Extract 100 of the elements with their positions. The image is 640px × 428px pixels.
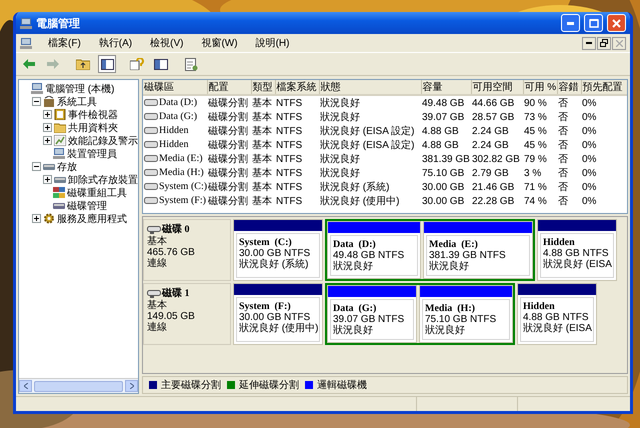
column-header[interactable]: 配置 bbox=[207, 80, 251, 95]
disk-name: 磁碟 1 bbox=[162, 288, 190, 300]
drive-icon bbox=[144, 141, 158, 148]
computer-icon bbox=[31, 83, 43, 94]
column-header[interactable]: 容量 bbox=[421, 80, 471, 95]
horizontal-scrollbar[interactable] bbox=[19, 378, 138, 393]
tree-item[interactable]: 裝置管理員 bbox=[67, 146, 117, 160]
defrag-icon bbox=[53, 187, 65, 198]
table-cell: 79 % bbox=[524, 154, 547, 164]
partition-card[interactable]: Hidden 4.88 GB NTFS 狀況良好 (EISA bbox=[537, 219, 617, 281]
tree-item[interactable]: 電腦管理 (本機) bbox=[45, 82, 114, 96]
window-title: 電腦管理 bbox=[36, 16, 81, 30]
column-header[interactable]: 磁碟區 bbox=[143, 80, 207, 95]
disk-state: 連線 bbox=[147, 322, 168, 333]
table-cell: 30.00 GB bbox=[422, 182, 464, 192]
partition-name: System (C:) bbox=[239, 237, 293, 248]
table-cell: 磁碟分割 bbox=[208, 140, 248, 151]
table-cell: 否 bbox=[558, 126, 568, 137]
restore-button[interactable] bbox=[597, 36, 611, 50]
tree-item[interactable]: 存放 bbox=[57, 160, 77, 174]
menu-item[interactable]: 檔案(F) bbox=[46, 35, 83, 51]
maximize-button[interactable] bbox=[584, 14, 603, 32]
partition-card[interactable]: Hidden 4.88 GB NTFS 狀況良好 (EISA bbox=[517, 283, 597, 345]
table-cell: 磁碟分割 bbox=[208, 168, 248, 179]
gear-icon bbox=[43, 213, 55, 224]
scroll-thumb[interactable] bbox=[34, 380, 123, 392]
scroll-right-button[interactable] bbox=[125, 380, 138, 392]
computer-icon bbox=[20, 18, 32, 28]
table-cell: System (F:) bbox=[159, 195, 206, 206]
partition-card[interactable]: Data (D:) 49.48 GB NTFS 狀況良好 bbox=[327, 221, 421, 279]
table-cell: 0% bbox=[582, 126, 596, 136]
folder-up-icon bbox=[76, 58, 90, 70]
minimize-button[interactable] bbox=[582, 36, 596, 50]
scroll-left-button[interactable] bbox=[19, 380, 32, 392]
column-header[interactable]: 狀態 bbox=[319, 80, 421, 95]
partition-card[interactable]: Media (E:) 381.39 GB NTFS 狀況良好 bbox=[423, 221, 533, 279]
partition-status: 狀況良好 bbox=[429, 261, 470, 272]
column-header[interactable]: 預先配置 bbox=[581, 80, 627, 95]
table-cell: 0% bbox=[582, 196, 596, 206]
column-header[interactable]: 可用 % bbox=[523, 80, 557, 95]
tree-item[interactable]: 卸除式存放裝置 bbox=[68, 172, 138, 186]
toolbar-button[interactable] bbox=[182, 55, 200, 73]
disk-type: 基本 bbox=[147, 300, 168, 311]
disk-state: 連線 bbox=[147, 258, 168, 269]
drive-icon bbox=[144, 99, 158, 106]
tree-item[interactable]: 系統工具 bbox=[57, 94, 97, 108]
table-cell: 否 bbox=[558, 98, 568, 109]
close-icon bbox=[616, 40, 622, 46]
toolbar-button[interactable] bbox=[98, 55, 116, 73]
table-cell: 狀況良好 bbox=[320, 98, 360, 109]
partition-status: 狀況良好 (使用中) bbox=[239, 323, 317, 334]
partition-card[interactable]: Data (G:) 39.07 GB NTFS 狀況良好 bbox=[327, 285, 417, 343]
toolbar-button[interactable] bbox=[128, 55, 146, 73]
table-cell: 狀況良好 bbox=[320, 112, 360, 123]
menu-item[interactable]: 視窗(W) bbox=[199, 35, 240, 51]
table-cell: 45 % bbox=[524, 140, 547, 150]
partition-card[interactable]: Media (H:) 75.10 GB NTFS 狀況良好 bbox=[419, 285, 513, 343]
column-header[interactable]: 容錯 bbox=[557, 80, 581, 95]
expand-toggle[interactable] bbox=[43, 110, 52, 119]
expand-toggle[interactable] bbox=[32, 214, 41, 223]
partition-size: 4.88 GB NTFS bbox=[543, 248, 610, 259]
table-cell: NTFS bbox=[276, 196, 302, 206]
expand-toggle[interactable] bbox=[43, 136, 52, 145]
restore-icon bbox=[600, 39, 608, 47]
table-cell: 75.10 GB bbox=[422, 168, 464, 178]
table-cell: 基本 bbox=[252, 196, 272, 207]
collapse-toggle[interactable] bbox=[32, 162, 41, 171]
table-cell: 49.48 GB bbox=[422, 98, 464, 108]
tree-item[interactable]: 共用資料夾 bbox=[68, 120, 118, 134]
table-cell: 否 bbox=[558, 196, 568, 207]
table-cell: NTFS bbox=[276, 168, 302, 178]
menu-item[interactable]: 檢視(V) bbox=[148, 35, 186, 51]
table-cell: Media (H:) bbox=[159, 167, 204, 178]
table-cell: 基本 bbox=[252, 168, 272, 179]
tree-item[interactable]: 效能記錄及警示 bbox=[68, 134, 138, 148]
table-cell: NTFS bbox=[276, 182, 302, 192]
tree-item[interactable]: 事件檢視器 bbox=[68, 108, 118, 122]
menu-item[interactable]: 說明(H) bbox=[254, 35, 292, 51]
table-cell: 否 bbox=[558, 154, 568, 165]
drive-icon bbox=[144, 169, 158, 176]
minimize-icon bbox=[567, 22, 574, 24]
tree-item[interactable]: 磁碟重組工具 bbox=[67, 186, 127, 200]
column-header[interactable]: 檔案系統 bbox=[275, 80, 319, 95]
partition-card[interactable]: System (C:) 30.00 GB NTFS 狀況良好 (系統) bbox=[233, 219, 323, 281]
computer-icon bbox=[53, 148, 65, 159]
table-cell: 2.24 GB bbox=[472, 126, 509, 136]
expand-toggle[interactable] bbox=[43, 123, 52, 132]
table-cell: NTFS bbox=[276, 112, 302, 122]
column-header[interactable]: 可用空間 bbox=[471, 80, 523, 95]
tree-item[interactable]: 服務及應用程式 bbox=[57, 212, 127, 226]
collapse-toggle[interactable] bbox=[32, 97, 41, 106]
table-cell: 28.57 GB bbox=[472, 112, 514, 122]
expand-toggle[interactable] bbox=[43, 175, 52, 184]
table-cell: 2.24 GB bbox=[472, 140, 509, 150]
table-cell: 基本 bbox=[252, 154, 272, 165]
legend-label: 邏輯磁碟機 bbox=[317, 378, 367, 392]
partition-card[interactable]: System (F:) 30.00 GB NTFS 狀況良好 (使用中) bbox=[233, 283, 323, 345]
column-header[interactable]: 類型 bbox=[251, 80, 275, 95]
menu-item[interactable]: 執行(A) bbox=[96, 35, 134, 51]
tree-item[interactable]: 磁碟管理 bbox=[67, 198, 107, 212]
